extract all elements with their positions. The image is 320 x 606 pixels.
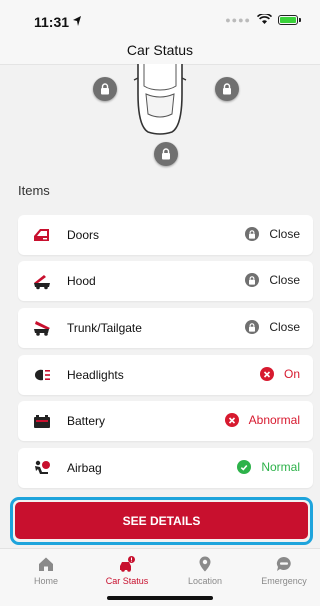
- items-heading: Items: [18, 183, 50, 198]
- phone-screen: 11:31 ●●●● Car Status Items Doors Close …: [0, 0, 320, 606]
- lock-icon: [245, 273, 260, 287]
- status-item-doors[interactable]: Doors Close: [18, 215, 313, 255]
- lock-icon: [162, 148, 170, 160]
- tab-label: Location: [187, 576, 223, 586]
- status-indicators: ●●●●: [225, 14, 301, 25]
- car-battery-icon: [34, 415, 50, 428]
- sos-icon: [276, 556, 291, 571]
- location-arrow-icon: [73, 16, 81, 26]
- error-x-icon: [259, 367, 274, 381]
- item-label: Airbag: [67, 461, 102, 475]
- tab-label: Car Status: [105, 576, 149, 586]
- error-x-icon: [224, 413, 239, 427]
- car-alert-icon: [120, 556, 135, 572]
- status-item-battery[interactable]: Battery Abnormal: [18, 401, 313, 441]
- item-status: Close: [245, 227, 300, 241]
- tab-car-status[interactable]: Car Status: [87, 555, 167, 586]
- item-status: On: [259, 367, 300, 381]
- see-details-button[interactable]: SEE DETAILS: [15, 502, 308, 539]
- item-status-text: Close: [269, 227, 300, 241]
- tailgate-lock-badge: [154, 142, 178, 166]
- lock-icon: [245, 320, 260, 334]
- home-indicator: [107, 596, 213, 600]
- item-status-text: Normal: [261, 460, 300, 474]
- tab-label: Home: [33, 576, 58, 586]
- location-pin-icon: [199, 556, 211, 572]
- item-status-text: Close: [269, 320, 300, 334]
- tab-home[interactable]: Home: [6, 555, 86, 586]
- car-trunk-icon: [34, 321, 50, 336]
- lock-icon: [245, 227, 260, 241]
- battery-icon: [278, 14, 301, 25]
- home-icon: [39, 557, 53, 571]
- status-item-airbag[interactable]: Airbag Normal: [18, 448, 313, 488]
- wifi-icon: [257, 14, 272, 24]
- door-lock-badge-left: [93, 77, 117, 101]
- item-label: Hood: [67, 274, 96, 288]
- tab-label: Emergency: [261, 576, 307, 586]
- item-label: Doors: [67, 228, 100, 242]
- item-label: Battery: [67, 414, 106, 428]
- status-bar: 11:31 ●●●●: [0, 0, 320, 38]
- lock-icon: [101, 83, 109, 95]
- lock-icon: [223, 83, 231, 95]
- item-status-text: Abnormal: [248, 413, 300, 427]
- check-icon: [237, 460, 252, 474]
- item-status-text: Close: [269, 273, 300, 287]
- tab-location[interactable]: Location: [165, 555, 245, 586]
- status-time: 11:31: [34, 14, 70, 30]
- item-status: Normal: [237, 460, 300, 474]
- door-lock-badge-right: [215, 77, 239, 101]
- status-item-trunk-tailgate[interactable]: Trunk/Tailgate Close: [18, 308, 313, 348]
- car-hood-icon: [34, 275, 50, 290]
- page-title: Car Status: [126, 42, 194, 58]
- item-status: Abnormal: [224, 413, 300, 427]
- car-door-icon: [34, 229, 49, 241]
- tab-emergency[interactable]: Emergency: [244, 555, 320, 586]
- car-diagram: [0, 64, 320, 174]
- item-status-text: On: [283, 367, 300, 381]
- item-label: Headlights: [67, 368, 124, 382]
- item-status: Close: [245, 273, 300, 287]
- status-item-headlights[interactable]: Headlights On: [18, 355, 313, 395]
- title-bar: Car Status: [0, 38, 320, 65]
- status-item-hood[interactable]: Hood Close: [18, 261, 313, 301]
- airbag-icon: [35, 460, 50, 474]
- headlight-icon: [34, 369, 50, 381]
- item-label: Trunk/Tailgate: [67, 321, 142, 335]
- signal-dots-icon: ●●●●: [225, 14, 251, 25]
- item-status: Close: [245, 320, 300, 334]
